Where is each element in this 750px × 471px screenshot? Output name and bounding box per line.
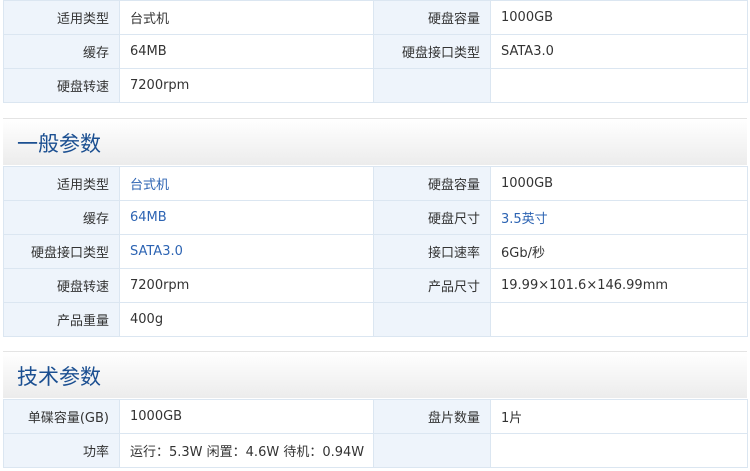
table-row: 单碟容量(GB) 1000GB 盘片数量 1片	[3, 399, 748, 434]
table-row: 适用类型 台式机 硬盘容量 1000GB	[3, 0, 748, 35]
spec-value-link[interactable]: 3.5英寸	[490, 200, 748, 235]
spec-label: 硬盘接口类型	[3, 234, 120, 269]
table-row: 功率 运行：5.3W 闲置：4.6W 待机：0.94W	[3, 433, 748, 468]
table-row: 缓存 64MB 硬盘接口类型 SATA3.0	[3, 34, 748, 69]
spec-value-link[interactable]: 64MB	[119, 200, 374, 235]
spec-label: 适用类型	[3, 166, 120, 201]
spec-value: SATA3.0	[490, 34, 748, 69]
spec-label: 产品重量	[3, 302, 120, 337]
spec-label	[373, 433, 491, 468]
table-row: 硬盘转速 7200rpm	[3, 68, 748, 103]
spec-label	[373, 302, 491, 337]
spec-label: 缓存	[3, 200, 120, 235]
spec-value: 台式机	[119, 0, 374, 35]
spec-label	[373, 68, 491, 103]
table-row: 适用类型 台式机 硬盘容量 1000GB	[3, 166, 748, 201]
spec-label: 硬盘转速	[3, 68, 120, 103]
spec-value: 64MB	[119, 34, 374, 69]
spec-value: 1000GB	[490, 0, 748, 35]
spec-table-general: 适用类型 台式机 硬盘容量 1000GB 缓存 64MB 硬盘尺寸 3.5英寸 …	[3, 166, 748, 337]
spec-label: 单碟容量(GB)	[3, 399, 120, 434]
spec-value: 1片	[490, 399, 748, 434]
table-row: 硬盘转速 7200rpm 产品尺寸 19.99×101.6×146.99mm	[3, 268, 748, 303]
table-row: 缓存 64MB 硬盘尺寸 3.5英寸	[3, 200, 748, 235]
spec-value: 运行：5.3W 闲置：4.6W 待机：0.94W	[119, 433, 374, 468]
spec-value: 7200rpm	[119, 68, 374, 103]
section-header-general: 一般参数	[3, 118, 747, 165]
table-row: 产品重量 400g	[3, 302, 748, 337]
spec-label: 硬盘接口类型	[373, 34, 491, 69]
spec-label: 硬盘容量	[373, 166, 491, 201]
spec-label: 缓存	[3, 34, 120, 69]
section-header-technical: 技术参数	[3, 351, 747, 398]
spec-value: 1000GB	[490, 166, 748, 201]
spec-table-technical: 单碟容量(GB) 1000GB 盘片数量 1片 功率 运行：5.3W 闲置：4.…	[3, 399, 748, 468]
spec-value	[490, 68, 748, 103]
spec-value: 400g	[119, 302, 374, 337]
section-title: 技术参数	[17, 365, 101, 389]
spec-label: 功率	[3, 433, 120, 468]
section-title: 一般参数	[17, 132, 101, 156]
spec-label: 产品尺寸	[373, 268, 491, 303]
spec-label: 接口速率	[373, 234, 491, 269]
spec-label: 适用类型	[3, 0, 120, 35]
spec-label: 硬盘尺寸	[373, 200, 491, 235]
spec-value	[490, 302, 748, 337]
spec-page: 适用类型 台式机 硬盘容量 1000GB 缓存 64MB 硬盘接口类型 SATA…	[0, 0, 750, 471]
table-row: 硬盘接口类型 SATA3.0 接口速率 6Gb/秒	[3, 234, 748, 269]
spec-table-top: 适用类型 台式机 硬盘容量 1000GB 缓存 64MB 硬盘接口类型 SATA…	[3, 0, 748, 103]
spec-value-link[interactable]: SATA3.0	[119, 234, 374, 269]
spec-value-link[interactable]: 台式机	[119, 166, 374, 201]
spec-value: 6Gb/秒	[490, 234, 748, 269]
spec-value: 19.99×101.6×146.99mm	[490, 268, 748, 303]
spec-label: 硬盘转速	[3, 268, 120, 303]
spec-label: 硬盘容量	[373, 0, 491, 35]
spec-value: 1000GB	[119, 399, 374, 434]
spec-value	[490, 433, 748, 468]
spec-value: 7200rpm	[119, 268, 374, 303]
spec-label: 盘片数量	[373, 399, 491, 434]
